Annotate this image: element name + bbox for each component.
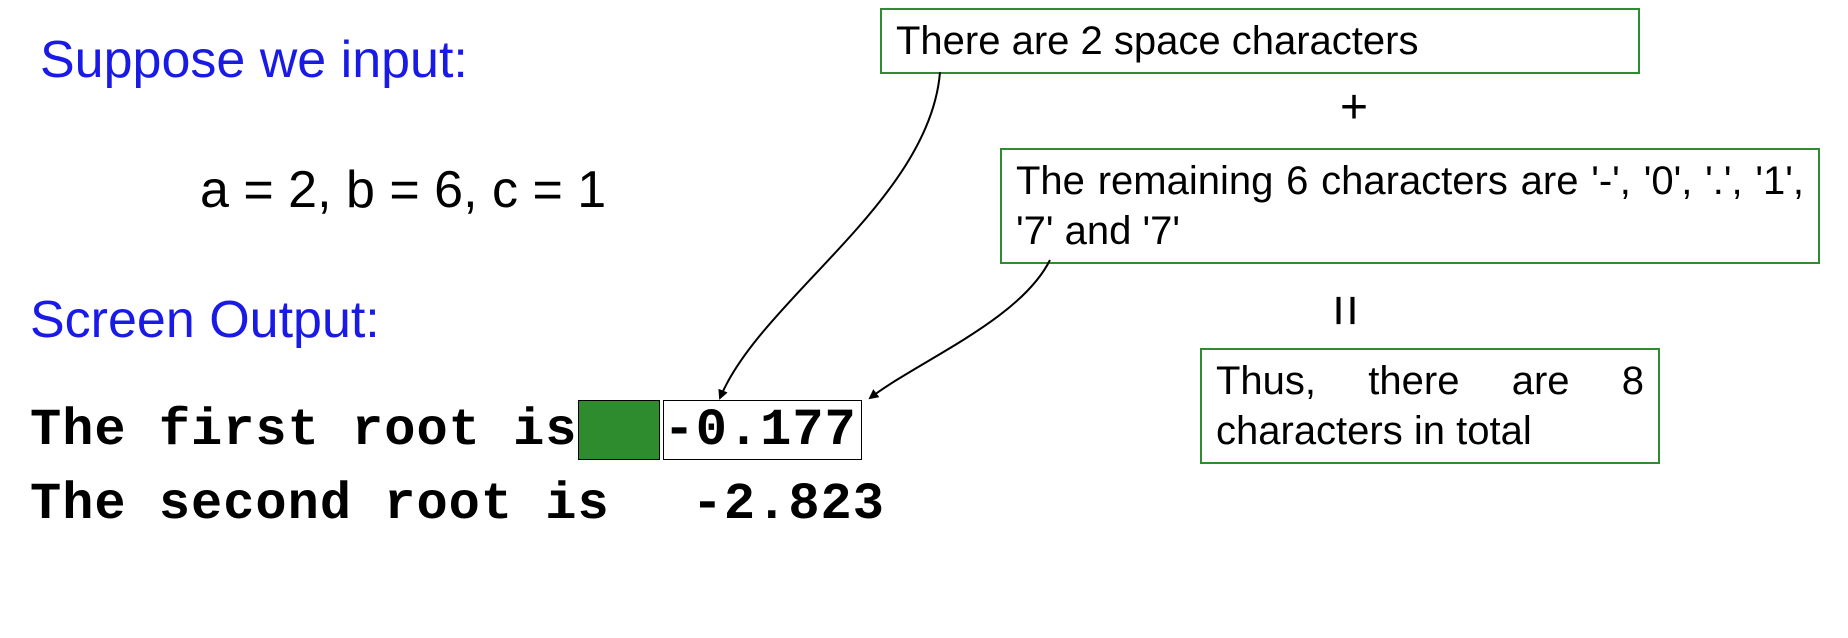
annotation-total: Thus, there are 8 characters in total [1200,348,1660,464]
equals-sign: = [1314,294,1379,327]
heading-suppose-input: Suppose we input: [40,30,468,90]
output-line-1-label: The first root is [30,401,578,460]
output-line-1: The first root is -0.177 [30,400,862,460]
output-line-2: The second root is -2.823 [30,475,885,534]
input-values-text: a = 2, b = 6, c = 1 [200,160,606,220]
output-line-1-value-box: -0.177 [663,400,862,460]
annotation-remaining: The remaining 6 characters are '-', '0',… [1000,148,1820,264]
output-line-2-label: The second root is [30,475,610,534]
annotation-spaces: There are 2 space characters [880,8,1640,74]
leading-spaces-line2 [610,475,692,534]
heading-screen-output: Screen Output: [30,290,380,350]
output-line-2-value: -2.823 [692,475,885,534]
leading-spaces-block [578,400,660,460]
plus-sign: + [1340,80,1368,135]
